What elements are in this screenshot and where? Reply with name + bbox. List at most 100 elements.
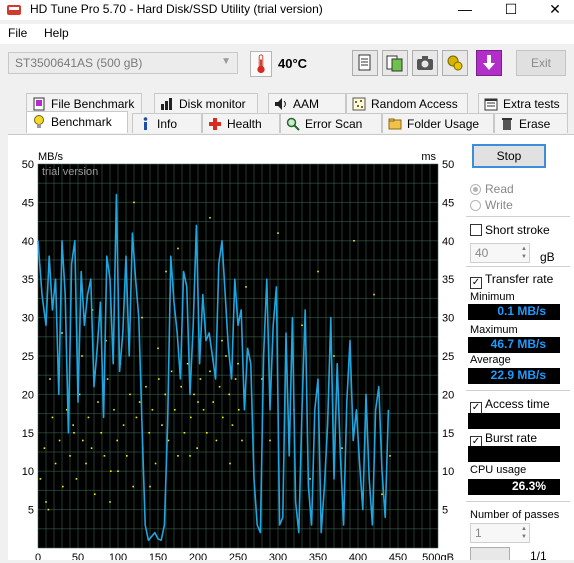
y-tick-label-right: 40: [442, 236, 454, 248]
access-time-point: [238, 408, 240, 411]
access-time-point: [229, 462, 231, 465]
access-time-point: [138, 401, 141, 403]
access-time-point: [228, 393, 230, 396]
access-time-point: [69, 455, 71, 457]
access-time-point: [269, 439, 271, 442]
y-tick-label-right: 15: [442, 428, 454, 440]
divider: [466, 266, 570, 267]
access-time-point: [277, 232, 279, 234]
access-time-point: [51, 416, 54, 419]
average-label: Average: [470, 354, 511, 366]
access-time-point: [100, 432, 102, 434]
access-time-point: [151, 408, 154, 411]
passes-label: Number of passes: [470, 509, 560, 521]
y-tick-label-right: 5: [442, 505, 448, 517]
divider: [466, 501, 570, 502]
stop-button[interactable]: Stop: [472, 144, 546, 168]
write-label: Write: [485, 198, 513, 212]
burst-rate-label: Burst rate: [485, 431, 538, 445]
y-tick-label-right: 35: [442, 274, 454, 286]
y-tick-label-left: 45: [22, 197, 34, 209]
access-time-point: [221, 339, 223, 342]
checkmark-icon: ✓: [470, 277, 482, 289]
y-tick-label-right: 25: [442, 351, 454, 363]
access-time-point: [202, 408, 205, 411]
read-label: Read: [485, 182, 514, 196]
access-time-point: [73, 432, 75, 434]
access-time-point: [58, 439, 61, 442]
divider: [466, 390, 570, 391]
access-time-point: [133, 201, 135, 204]
access-time-point: [177, 247, 179, 250]
access-time-point: [45, 501, 47, 503]
y-tick-label-right: 20: [442, 389, 454, 401]
access-time-point: [113, 408, 115, 411]
access-time-point: [78, 393, 81, 396]
y-tick-label-left: 35: [22, 274, 34, 286]
access-time-point: [47, 508, 50, 511]
average-value: 22.9 MB/s: [468, 368, 560, 384]
access-time-point: [218, 385, 221, 388]
y-tick-label-left: 5: [28, 505, 34, 517]
access-time-point: [110, 470, 112, 472]
access-time-point: [148, 432, 150, 434]
passes-input[interactable]: 1 ▲ ▼: [470, 523, 530, 543]
short-stroke-checkbox[interactable]: Short stroke: [470, 223, 550, 237]
read-radio[interactable]: Read: [470, 182, 514, 196]
access-time-point: [61, 332, 63, 334]
x-tick-label: 400: [349, 552, 367, 560]
start-button[interactable]: [470, 547, 510, 560]
access-time-point: [126, 455, 128, 457]
access-time-point: [225, 355, 227, 357]
access-time-point: [381, 493, 383, 496]
cpu-usage-label: CPU usage: [470, 464, 527, 476]
y-tick-label-right: 30: [442, 313, 454, 325]
access-time-point: [39, 478, 42, 480]
access-time-point: [141, 316, 143, 319]
access-time-point: [132, 485, 134, 488]
y-tick-label-left: 25: [22, 351, 34, 363]
y-axis-unit-right: ms: [421, 151, 436, 163]
access-time-point: [197, 401, 199, 403]
x-tick-label: 200: [189, 552, 207, 560]
transfer-rate-checkbox[interactable]: ✓ Transfer rate: [470, 272, 553, 289]
access-time-point: [54, 462, 57, 465]
y-tick-label-left: 10: [22, 466, 34, 478]
access-time-point: [72, 424, 74, 426]
access-time-point: [75, 478, 78, 480]
x-tick-label: 500gB: [422, 552, 454, 560]
write-radio[interactable]: Write: [470, 198, 513, 212]
access-time-point: [317, 270, 319, 273]
short-stroke-input[interactable]: 40 ▲ ▼: [470, 243, 530, 263]
access-time-point: [309, 478, 311, 480]
access-time-point: [241, 439, 243, 442]
access-time-point: [117, 470, 119, 472]
access-time-point: [116, 439, 118, 442]
access-time-point: [189, 455, 191, 457]
minimum-value: 0.1 MB/s: [468, 304, 560, 320]
x-tick-label: 250: [229, 552, 247, 560]
short-stroke-unit: gB: [540, 250, 555, 264]
access-time-value: [468, 413, 560, 429]
y-tick-label-right: 50: [442, 159, 454, 171]
spinner-arrows-icon[interactable]: ▲ ▼: [521, 245, 527, 261]
access-time-point: [122, 424, 125, 426]
access-time-point: [90, 447, 93, 449]
access-time-point: [174, 408, 176, 411]
spinner-arrows-icon[interactable]: ▲ ▼: [521, 525, 527, 541]
y-axis-unit-left: MB/s: [38, 151, 64, 163]
x-tick-label: 100: [109, 552, 127, 560]
access-time-point: [222, 416, 224, 419]
access-time-checkbox[interactable]: ✓ Access time: [470, 397, 550, 414]
checkbox-box: [470, 224, 482, 236]
access-time-point: [237, 362, 239, 365]
y-tick-label-left: 20: [22, 389, 34, 401]
access-time-point: [245, 286, 247, 288]
maximum-label: Maximum: [470, 324, 518, 336]
access-time-point: [209, 216, 211, 219]
access-time-point: [180, 385, 182, 388]
minimum-label: Minimum: [470, 291, 515, 303]
access-time-point: [389, 455, 391, 457]
y-tick-label-left: 15: [22, 428, 34, 440]
x-tick-label: 150: [149, 552, 167, 560]
